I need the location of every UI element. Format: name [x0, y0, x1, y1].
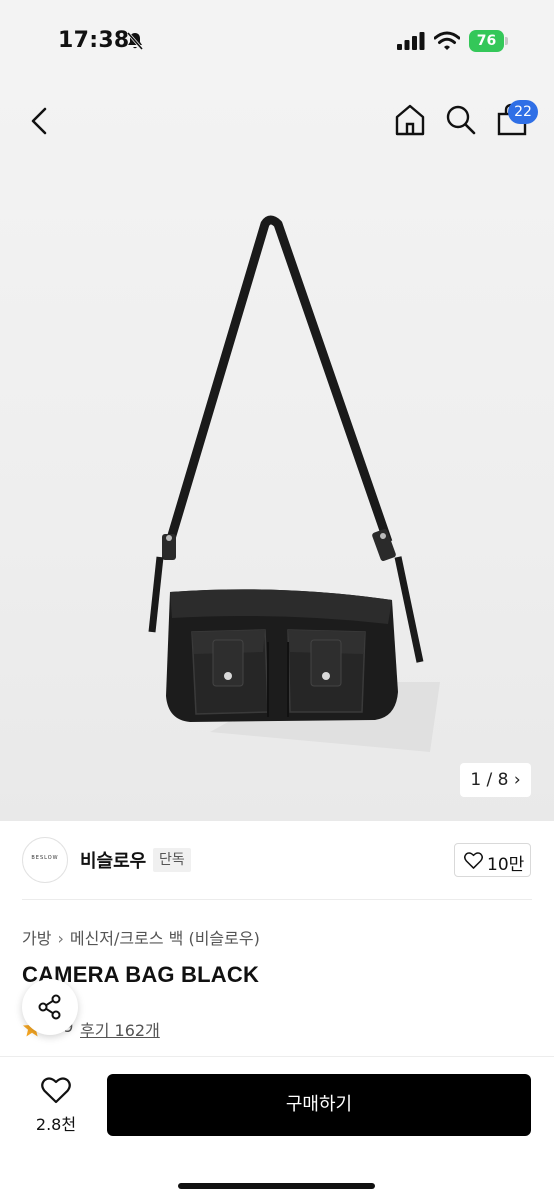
- cellular-signal-icon: [397, 32, 425, 50]
- wishlist-count: 2.8천: [35, 1115, 77, 1134]
- chevron-right-icon: ›: [57, 929, 64, 948]
- breadcrumb-item-category[interactable]: 가방: [22, 929, 51, 948]
- home-indicator: [178, 1183, 375, 1189]
- status-bar: 17:38 76: [0, 0, 554, 84]
- review-count-link[interactable]: 후기 162개: [80, 1017, 160, 1041]
- bottom-action-bar: 2.8천 구매하기: [0, 1056, 554, 1200]
- heart-icon: [41, 1077, 71, 1104]
- divider: [22, 899, 532, 900]
- battery-indicator: 76: [469, 30, 509, 52]
- home-icon[interactable]: [392, 102, 428, 138]
- buy-button[interactable]: 구매하기: [107, 1074, 531, 1136]
- brand-logo[interactable]: BESLOW: [22, 837, 68, 883]
- breadcrumb-item-subcategory[interactable]: 메신저/크로스 백 (비슬로우): [70, 929, 260, 948]
- heart-icon: [464, 852, 483, 869]
- share-button[interactable]: [22, 979, 78, 1035]
- wishlist-button[interactable]: 2.8천: [20, 1075, 92, 1137]
- breadcrumb: 가방 › 메신저/크로스 백 (비슬로우): [22, 925, 260, 949]
- product-gallery[interactable]: 22 1 / 8 ›: [0, 84, 554, 821]
- brand-like-button[interactable]: 10만: [454, 843, 531, 877]
- share-icon: [38, 994, 61, 1020]
- brand-row[interactable]: BESLOW 비슬로우 단독 10만: [0, 821, 554, 901]
- status-time: 17:38: [58, 28, 130, 53]
- battery-level: 76: [476, 33, 497, 49]
- wifi-icon: [434, 31, 460, 50]
- cart-count-badge: 22: [508, 100, 538, 124]
- bell-off-icon: [126, 32, 144, 50]
- chevron-left-icon[interactable]: [24, 104, 56, 138]
- brand-logo-text: BESLOW: [31, 855, 59, 861]
- gallery-page-indicator[interactable]: 1 / 8 ›: [460, 763, 531, 797]
- product-image-camera-bag[interactable]: [130, 212, 450, 772]
- brand-like-count: 10만: [487, 855, 525, 875]
- search-icon[interactable]: [443, 102, 479, 138]
- exclusive-badge: 단독: [153, 848, 191, 872]
- brand-name[interactable]: 비슬로우: [80, 847, 146, 873]
